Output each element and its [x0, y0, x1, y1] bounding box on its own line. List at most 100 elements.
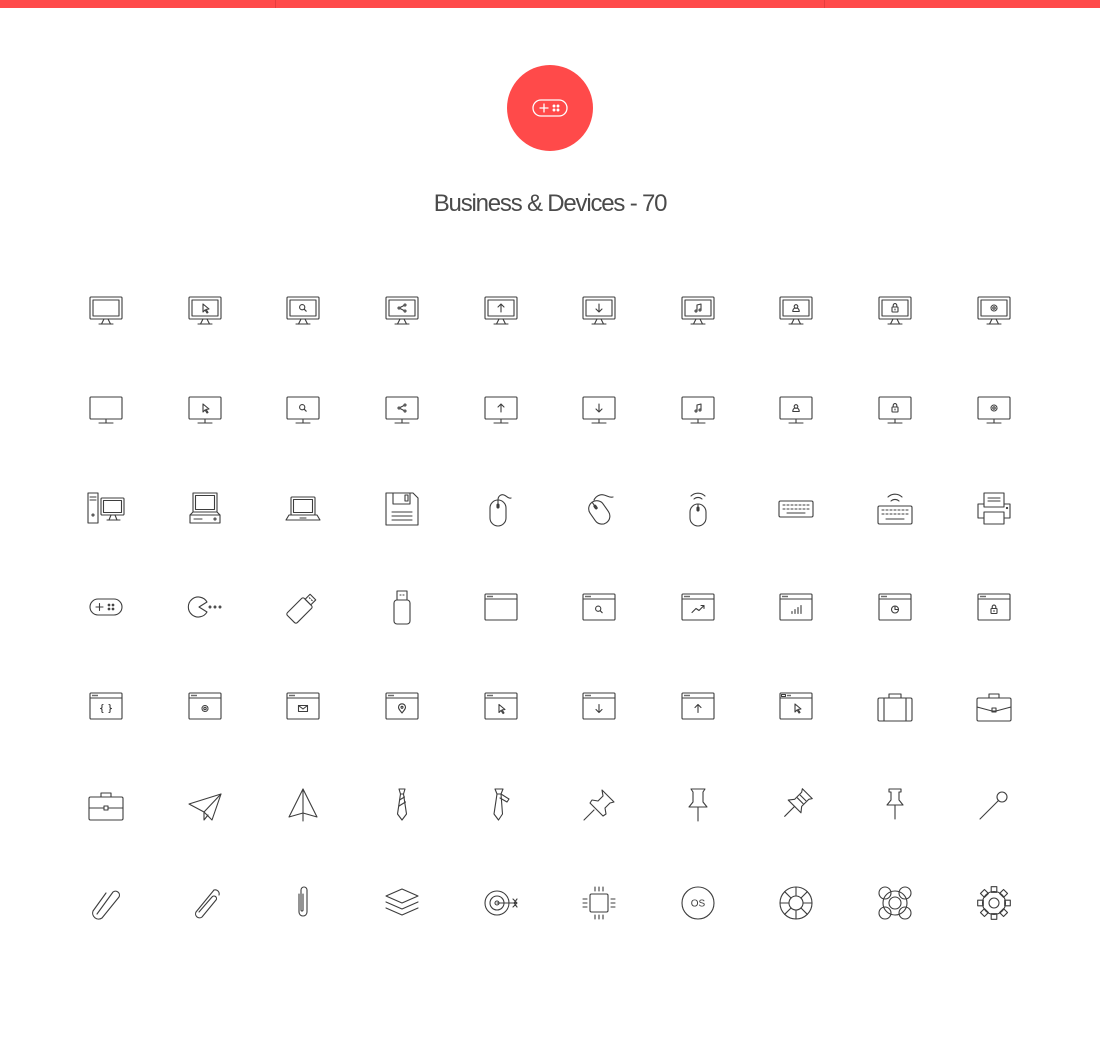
- os-badge-icon: OS: [681, 886, 715, 921]
- icon-cell: [156, 657, 255, 756]
- monitor-download-icon: [582, 296, 616, 325]
- browser-pie-chart-icon: [878, 593, 912, 621]
- icon-cell: [57, 361, 156, 460]
- screen-music-icon: [681, 396, 715, 424]
- usb-stick-icon: [393, 590, 411, 625]
- icon-cell: [649, 755, 748, 854]
- icon-cell: [649, 262, 748, 361]
- thumbtack-icon: [886, 788, 904, 820]
- icon-cell: [57, 657, 156, 756]
- icon-cell: [254, 361, 353, 460]
- layers-icon: [385, 888, 419, 917]
- pacman-icon: [187, 596, 222, 618]
- icon-cell: [156, 755, 255, 854]
- monitor-cursor-icon: [188, 296, 222, 325]
- browser-code-icon: [89, 692, 123, 720]
- icon-cell: [550, 657, 649, 756]
- screen-share-icon: [385, 396, 419, 424]
- icon-cell: [254, 854, 353, 953]
- screen-user-icon: [779, 396, 814, 424]
- monitor-share-icon: [385, 296, 419, 325]
- printer-icon: [977, 492, 1011, 525]
- icon-cell: [944, 459, 1043, 558]
- icon-grid: OS: [57, 262, 1043, 953]
- icon-cell: [254, 558, 353, 657]
- icon-cell: [649, 361, 748, 460]
- screen-download-icon: [582, 396, 616, 424]
- suitcase-icon: [877, 693, 913, 722]
- paper-plane-icon: [188, 793, 222, 821]
- browser-upload-icon: [681, 692, 715, 720]
- screen-upload-icon: [484, 396, 518, 424]
- cpu-chip-icon: [582, 886, 616, 921]
- icon-cell: [353, 558, 452, 657]
- icon-cell: [451, 459, 550, 558]
- icon-cell: [550, 854, 649, 953]
- svg-text:OS: OS: [691, 899, 706, 910]
- gamepad-icon: [89, 598, 123, 616]
- briefcase-alt-icon: [88, 792, 124, 821]
- paperclip-alt-icon: [194, 889, 220, 919]
- mouse-tilted-icon: [588, 493, 614, 525]
- browser-bar-chart-icon: [779, 593, 814, 621]
- icon-cell: [57, 755, 156, 854]
- monitor-user-icon: [779, 296, 814, 325]
- icon-cell: [747, 755, 846, 854]
- monitor-lock-icon: [878, 296, 912, 325]
- icon-cell: [747, 854, 846, 953]
- icon-cell: [846, 755, 945, 854]
- icon-cell: [944, 262, 1043, 361]
- icon-cell: [944, 657, 1043, 756]
- category-badge: [507, 65, 593, 151]
- push-pin-tilted-icon: [583, 789, 615, 821]
- icon-cell: [353, 361, 452, 460]
- icon-cell: [353, 657, 452, 756]
- push-pin-alt-icon: [784, 787, 814, 817]
- icon-cell: [550, 558, 649, 657]
- icon-cell: [944, 854, 1043, 953]
- browser-search-icon: [582, 593, 616, 621]
- briefcase-icon: [976, 693, 1012, 722]
- screen-icon: [89, 396, 123, 424]
- icon-cell: [944, 558, 1043, 657]
- desktop-tower-icon: [87, 492, 125, 524]
- paperclip-vertical-icon: [298, 886, 309, 918]
- top-accent-bar: [0, 0, 1100, 8]
- map-pin-needle-icon: [979, 791, 1008, 820]
- browser-window-icon: [484, 593, 518, 621]
- icon-cell: [353, 459, 452, 558]
- icon-cell: [747, 657, 846, 756]
- icon-cell: [846, 361, 945, 460]
- monitor-search-icon: [286, 296, 321, 325]
- icon-cell: [451, 361, 550, 460]
- icon-cell: [451, 657, 550, 756]
- paper-sail-icon: [288, 788, 319, 822]
- icon-cell: [353, 262, 452, 361]
- icon-cell: [649, 459, 748, 558]
- tie-icon: [397, 788, 408, 821]
- screen-settings-icon: [977, 396, 1011, 424]
- lifebuoy-icon: [779, 886, 814, 921]
- icon-cell: [649, 657, 748, 756]
- browser-click-icon: [779, 692, 814, 720]
- icon-cell: [156, 558, 255, 657]
- lifebuoy-alt-icon: [878, 886, 912, 921]
- browser-trend-icon: [681, 593, 715, 621]
- icon-cell: [747, 459, 846, 558]
- icon-cell: [254, 459, 353, 558]
- icon-cell: [747, 262, 846, 361]
- icon-cell: [254, 755, 353, 854]
- icon-cell: [451, 854, 550, 953]
- icon-cell: [944, 361, 1043, 460]
- icon-cell: [451, 558, 550, 657]
- icon-cell: [846, 558, 945, 657]
- icon-cell: OS: [649, 854, 748, 953]
- icon-cell: [57, 262, 156, 361]
- browser-download-icon: [582, 692, 616, 720]
- gamepad-icon: [532, 99, 568, 117]
- icon-cell: [846, 657, 945, 756]
- paperclip-icon: [92, 891, 121, 921]
- monitor-music-icon: [681, 296, 715, 325]
- icon-cell: [156, 361, 255, 460]
- icon-cell: [254, 657, 353, 756]
